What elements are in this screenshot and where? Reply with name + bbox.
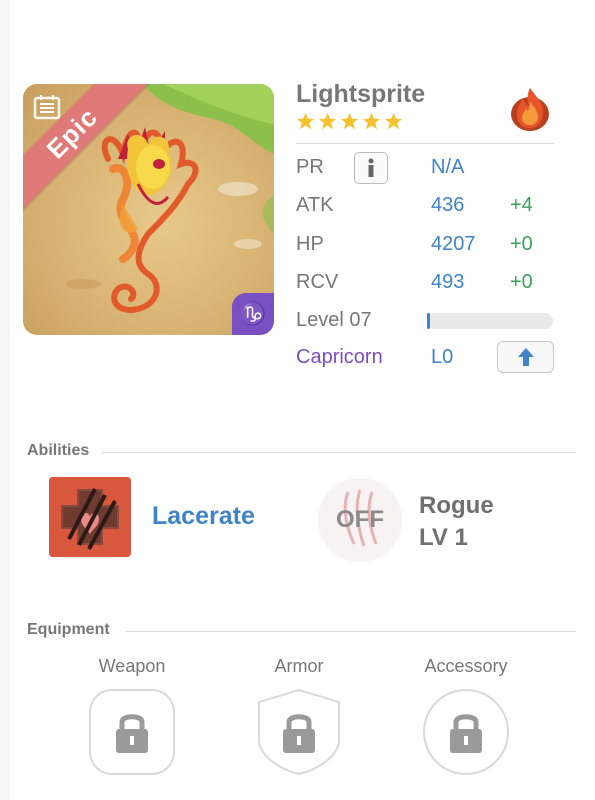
weapon-slot[interactable] [88, 688, 176, 776]
rcv-bonus: +0 [510, 271, 533, 293]
pr-label: PR [296, 156, 324, 178]
star-icon [362, 112, 381, 130]
armor-label: Armor [274, 656, 324, 676]
accessory-label: Accessory [424, 656, 508, 676]
zodiac-level: L0 [431, 346, 454, 368]
note-icon[interactable] [33, 94, 61, 120]
weapon-label: Weapon [98, 656, 166, 676]
arrow-up-icon [517, 348, 534, 366]
rcv-value: 493 [431, 271, 465, 293]
atk-label: ATK [296, 194, 334, 216]
passive-ability-info: Rogue LV 1 [419, 490, 494, 554]
passive-ability-icon[interactable]: OFF [318, 478, 402, 562]
star-rating [296, 112, 403, 134]
equipment-title: Equipment [27, 621, 110, 638]
abilities-divider [101, 452, 576, 453]
hp-row: HP [296, 230, 324, 258]
pr-value: N/A [431, 156, 465, 178]
atk-value: 436 [431, 194, 465, 216]
atk-row: ATK [296, 191, 333, 219]
zodiac-glyph: ♑ [239, 301, 267, 326]
zodiac-capricorn-icon: ♑ [232, 293, 274, 335]
level-progress-fill [427, 313, 430, 329]
hp-label: HP [296, 233, 324, 255]
abilities-title: Abilities [27, 442, 90, 459]
rcv-label: RCV [296, 271, 339, 293]
armor-slot[interactable] [255, 688, 343, 776]
level-progress-bar [427, 313, 553, 329]
level-label: Level 07 [296, 309, 372, 331]
lacerate-ability-icon[interactable] [49, 477, 131, 557]
star-icon [296, 112, 315, 130]
atk-bonus: +4 [510, 194, 533, 216]
lightsprite-creature-art [101, 127, 199, 313]
star-icon [384, 112, 403, 130]
info-icon [368, 158, 374, 177]
active-ability-name[interactable]: Lacerate [152, 502, 255, 531]
hp-bonus: +0 [510, 233, 533, 255]
monster-portrait[interactable]: Epic ♑ [23, 84, 274, 335]
star-icon [318, 112, 337, 130]
zodiac-upgrade-button[interactable] [497, 341, 554, 373]
left-edge-strip [0, 0, 10, 800]
zodiac-label[interactable]: Capricorn [296, 343, 383, 371]
hp-value: 4207 [431, 233, 476, 255]
level-row: Level 07 [296, 306, 372, 334]
pr-row: PR [296, 153, 324, 181]
star-icon [340, 112, 359, 130]
equipment-divider [125, 631, 576, 632]
passive-ability-name: Rogue [419, 492, 494, 519]
passive-state: OFF [336, 506, 384, 533]
rcv-row: RCV [296, 268, 338, 296]
fire-element-icon[interactable] [507, 84, 553, 132]
pr-info-button[interactable] [354, 152, 388, 184]
passive-ability-level: LV 1 [419, 524, 468, 551]
stats-divider [296, 143, 554, 144]
accessory-slot[interactable] [422, 688, 510, 776]
monster-name: Lightsprite [296, 80, 426, 108]
lacerate-claw-icon [49, 477, 131, 557]
